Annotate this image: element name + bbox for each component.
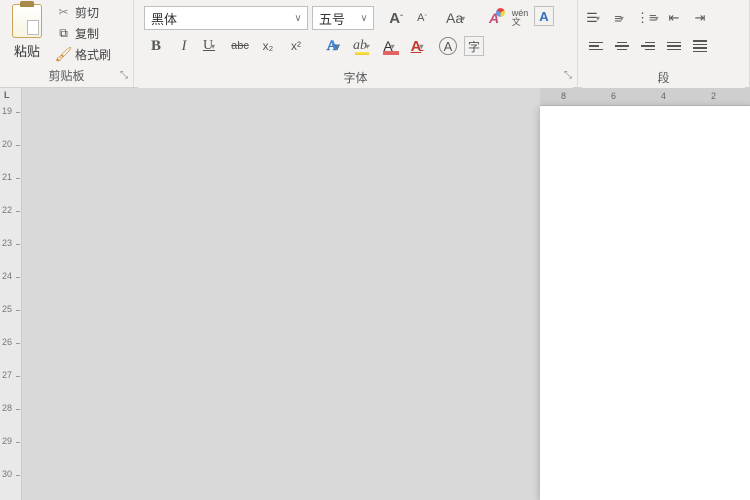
format-painter-button[interactable]: 🖌 格式刷	[52, 44, 115, 64]
align-right-button[interactable]	[636, 34, 660, 58]
enclose-char-button[interactable]: A	[436, 34, 460, 58]
change-case-button[interactable]: Aa▾	[446, 6, 470, 30]
phonetic-guide-button[interactable]: wén文	[508, 6, 532, 30]
font-size-combo[interactable]: 五号 ∨	[312, 6, 374, 30]
paragraph-title: 段	[582, 66, 745, 88]
brush-icon: 🖌	[56, 47, 71, 62]
font-row2: B I U▾ abc x₂ x² A▾ ab▾ A▾ A▾ A 字	[144, 34, 484, 58]
bullets-button[interactable]: ☰▾	[584, 6, 608, 30]
italic-button[interactable]: I	[172, 34, 196, 58]
vruler-tick: 26	[2, 337, 20, 347]
font-row1: 黑体 ∨ 五号 ∨ Aˆ Aˇ Aa▾ A wén文 A	[144, 6, 554, 30]
multilevel-button[interactable]: ⋮≡▾	[636, 6, 660, 30]
clipboard-side: ✂ 剪切 ⧉ 复制 🖌 格式刷	[52, 2, 115, 64]
justify-button[interactable]	[662, 34, 686, 58]
hruler-tick: 8	[561, 91, 566, 101]
underline-button[interactable]: U▾	[200, 34, 224, 58]
horizontal-ruler[interactable]: 8 6 4 2	[540, 88, 750, 106]
vertical-ruler[interactable]: L 19 20 21 22 23 24 25 26 27 28 29 30	[0, 88, 22, 500]
vruler-tick: 21	[2, 172, 20, 182]
scissors-icon: ✂	[56, 5, 71, 20]
distribute-button[interactable]	[688, 34, 712, 58]
increase-indent-button[interactable]: ⇥	[688, 6, 712, 30]
ruler-corner-label: L	[4, 90, 10, 100]
font-body: 黑体 ∨ 五号 ∨ Aˆ Aˇ Aa▾ A wén文 A	[138, 2, 573, 66]
cut-button[interactable]: ✂ 剪切	[52, 2, 115, 22]
char-border-button[interactable]: A	[534, 6, 554, 26]
char-shading-button[interactable]: 字	[464, 36, 484, 56]
font-family-value: 黑体	[151, 9, 177, 28]
vruler-tick: 24	[2, 271, 20, 281]
decrease-indent-button[interactable]: ⇤	[662, 6, 686, 30]
paste-label: 粘贴	[14, 41, 40, 60]
grow-font-button[interactable]: Aˆ	[384, 6, 408, 30]
font-color-button[interactable]: A▾	[408, 34, 432, 58]
vruler-tick: 30	[2, 469, 20, 479]
paragraph-row1: ☰▾ ≡▾ ⋮≡▾ ⇤ ⇥	[584, 6, 712, 30]
font-size-value: 五号	[319, 9, 345, 28]
hruler-tick: 2	[711, 91, 716, 101]
paragraph-row2	[584, 34, 712, 58]
paste-icon	[12, 4, 42, 38]
highlight-color-button[interactable]: A▾	[380, 34, 404, 58]
copy-icon: ⧉	[56, 26, 71, 41]
vruler-tick: 28	[2, 403, 20, 413]
clipboard-title: 剪贴板	[4, 64, 129, 86]
copy-button[interactable]: ⧉ 复制	[52, 23, 115, 43]
vruler-tick: 27	[2, 370, 20, 380]
align-center-button[interactable]	[610, 34, 634, 58]
font-family-combo[interactable]: 黑体 ∨	[144, 6, 308, 30]
vruler-tick: 22	[2, 205, 20, 215]
canvas-area: 8 6 4 2	[22, 88, 750, 500]
paste-button[interactable]: 粘贴	[4, 2, 50, 64]
vruler-tick: 19	[2, 106, 20, 116]
clipboard-launcher[interactable]: ⤡	[118, 71, 130, 83]
clear-formatting-button[interactable]: A	[482, 6, 506, 30]
chevron-down-icon: ∨	[289, 13, 307, 24]
numbering-button[interactable]: ≡▾	[610, 6, 634, 30]
group-paragraph: ☰▾ ≡▾ ⋮≡▾ ⇤ ⇥ 段	[578, 0, 750, 87]
workspace: L 192021222324252627282930 8 6 4 2	[0, 88, 750, 500]
subscript-button[interactable]: x₂	[256, 34, 280, 58]
paragraph-body: ☰▾ ≡▾ ⋮≡▾ ⇤ ⇥	[582, 2, 745, 66]
text-highlight-pen-button[interactable]: ab▾	[352, 34, 376, 58]
strikethrough-button[interactable]: abc	[228, 34, 252, 58]
text-effects-button[interactable]: A▾	[324, 34, 348, 58]
align-left-button[interactable]	[584, 34, 608, 58]
shrink-font-button[interactable]: Aˇ	[410, 6, 434, 30]
chevron-down-icon: ∨	[355, 13, 373, 24]
document-page[interactable]	[540, 106, 750, 500]
format-painter-label: 格式刷	[75, 46, 111, 63]
vruler-tick: 25	[2, 304, 20, 314]
hruler-tick: 6	[611, 91, 616, 101]
clipboard-body: 粘贴 ✂ 剪切 ⧉ 复制 🖌 格式刷	[4, 2, 129, 64]
font-launcher[interactable]: ⤡	[562, 71, 574, 83]
ribbon: 粘贴 ✂ 剪切 ⧉ 复制 🖌 格式刷 剪贴板 ⤡	[0, 0, 750, 88]
superscript-button[interactable]: x²	[284, 34, 308, 58]
group-font: 黑体 ∨ 五号 ∨ Aˆ Aˇ Aa▾ A wén文 A	[134, 0, 578, 87]
vruler-tick: 20	[2, 139, 20, 149]
font-title: 字体	[138, 66, 573, 88]
font-row1-buttons: Aˆ Aˇ Aa▾ A wén文 A	[384, 6, 554, 30]
copy-label: 复制	[75, 25, 99, 42]
vruler-tick: 23	[2, 238, 20, 248]
vruler-tick: 29	[2, 436, 20, 446]
hruler-tick: 4	[661, 91, 666, 101]
cut-label: 剪切	[75, 4, 99, 21]
group-clipboard: 粘贴 ✂ 剪切 ⧉ 复制 🖌 格式刷 剪贴板 ⤡	[0, 0, 134, 87]
bold-button[interactable]: B	[144, 34, 168, 58]
